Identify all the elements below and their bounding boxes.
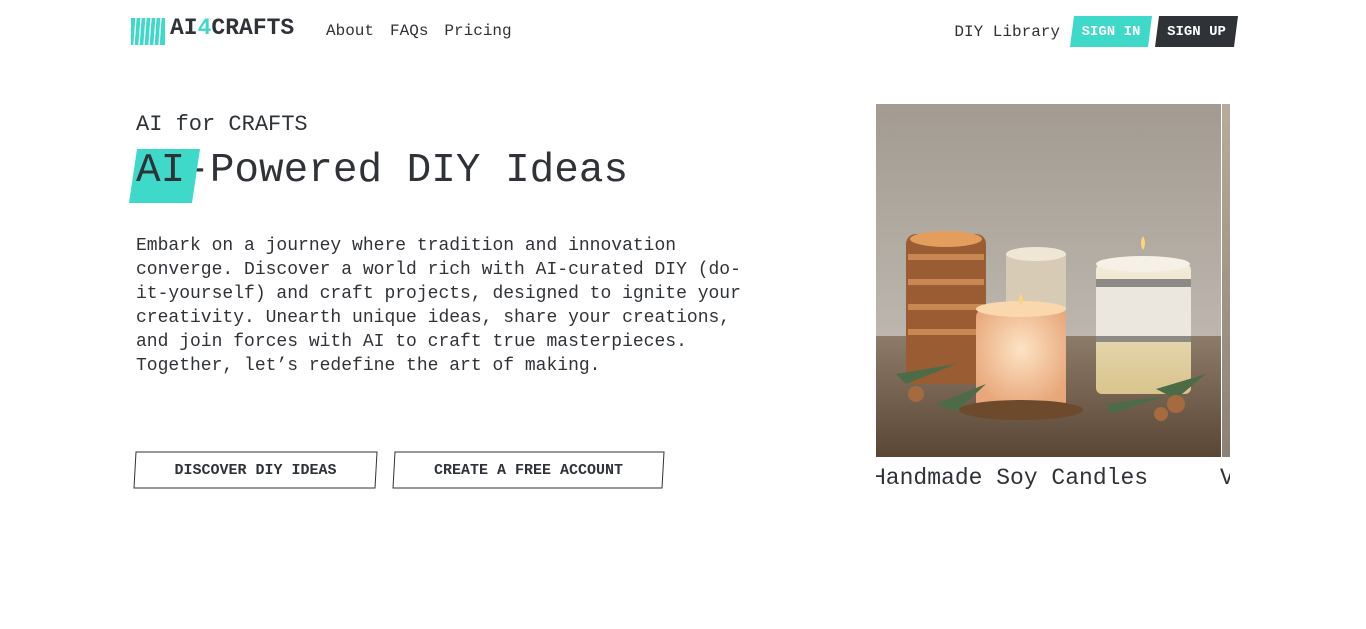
project-carousel[interactable]: Handmade Soy Candles V <box>876 104 1230 504</box>
sign-up-button[interactable]: SIGN UP <box>1155 16 1238 47</box>
slide-caption: Handmade Soy Candles <box>876 465 1149 491</box>
stripes-logo-icon <box>131 18 165 45</box>
headline-highlight: AI <box>136 148 185 194</box>
nav-about-link[interactable]: About <box>326 22 374 40</box>
hero-headline: AI-Powered DIY Ideas <box>136 148 628 194</box>
discover-diy-ideas-button[interactable]: DISCOVER DIY IDEAS <box>133 451 378 489</box>
account-nav: DIY Library SIGN IN SIGN UP <box>954 16 1238 47</box>
headline-rest: -Powered DIY Ideas <box>185 148 629 194</box>
slide-caption: V <box>1220 465 1230 491</box>
sign-in-button[interactable]: SIGN IN <box>1070 16 1152 47</box>
site-header: AI4CRAFTS About FAQs Pricing DIY Library… <box>0 0 1366 62</box>
brand-name: AI4CRAFTS <box>170 15 295 41</box>
create-free-account-button[interactable]: CREATE A FREE ACCOUNT <box>392 451 665 489</box>
nav-faqs-link[interactable]: FAQs <box>390 22 428 40</box>
candles-image <box>876 104 1221 457</box>
hero-description: Embark on a journey where tradition and … <box>136 236 741 376</box>
candles-photo[interactable] <box>876 104 1221 457</box>
next-slide-photo[interactable] <box>1222 104 1230 457</box>
primary-nav: About FAQs Pricing <box>326 22 512 40</box>
hero-eyebrow: AI for CRAFTS <box>136 112 308 137</box>
nav-pricing-link[interactable]: Pricing <box>444 22 511 40</box>
brand-logo[interactable]: AI4CRAFTS <box>131 15 295 45</box>
diy-library-link[interactable]: DIY Library <box>954 23 1060 41</box>
